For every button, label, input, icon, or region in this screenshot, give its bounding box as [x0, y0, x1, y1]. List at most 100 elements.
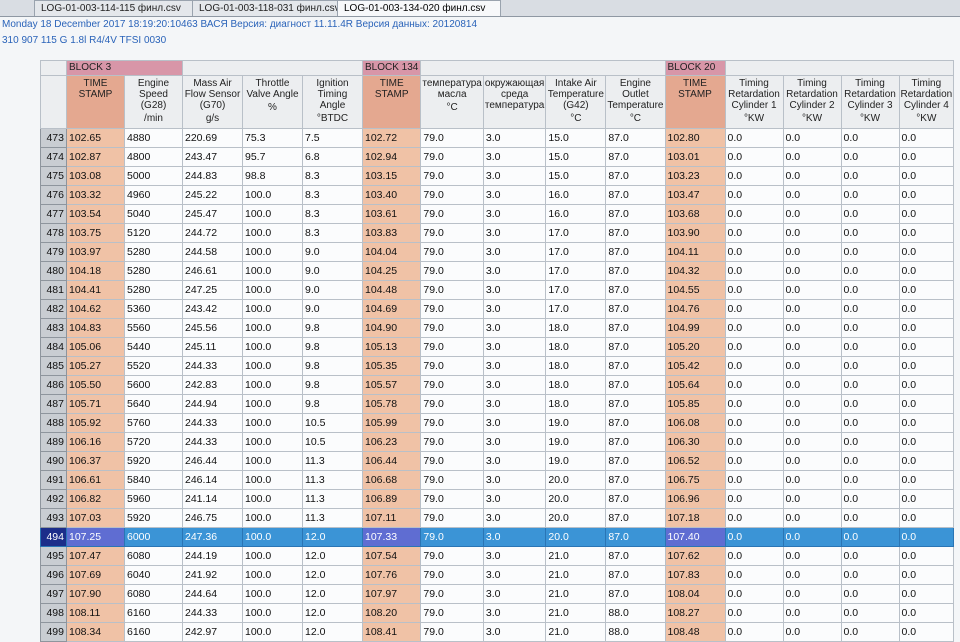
- data-cell[interactable]: 8.3: [302, 185, 363, 205]
- data-cell[interactable]: 0.0: [724, 489, 784, 509]
- data-cell[interactable]: 12.0: [302, 584, 363, 604]
- timestamp-cell[interactable]: 108.27: [664, 603, 726, 623]
- row-number[interactable]: 495: [40, 546, 67, 566]
- data-cell[interactable]: 79.0: [420, 432, 484, 452]
- timestamp-cell[interactable]: 108.04: [664, 584, 726, 604]
- data-cell[interactable]: 21.0: [545, 565, 607, 585]
- data-cell[interactable]: 0.0: [782, 261, 842, 281]
- data-cell[interactable]: 100.0: [242, 185, 303, 205]
- table-row[interactable]: 499 108.34 6160 242.97 100.0 12.0 108.41 79.0 3.…: [40, 622, 955, 642]
- data-cell[interactable]: 4880: [124, 128, 183, 148]
- data-cell[interactable]: 5280: [124, 261, 183, 281]
- data-cell[interactable]: 5560: [124, 318, 183, 338]
- data-cell[interactable]: 244.33: [182, 356, 243, 376]
- data-cell[interactable]: 100.0: [242, 584, 303, 604]
- data-cell[interactable]: 0.0: [782, 584, 842, 604]
- timestamp-cell[interactable]: 106.61: [66, 470, 125, 490]
- timestamp-cell[interactable]: 108.41: [361, 622, 422, 642]
- table-row[interactable]: 490 106.37 5920 246.44 100.0 11.3 106.44 79.0 3.…: [40, 451, 955, 471]
- data-cell[interactable]: 11.3: [302, 470, 363, 490]
- data-cell[interactable]: 12.0: [302, 603, 363, 623]
- timestamp-cell[interactable]: 105.57: [361, 375, 422, 395]
- data-cell[interactable]: 0.0: [898, 527, 955, 547]
- timestamp-cell[interactable]: 105.42: [664, 356, 726, 376]
- data-cell[interactable]: 0.0: [782, 527, 842, 547]
- data-cell[interactable]: 79.0: [420, 470, 484, 490]
- data-cell[interactable]: 0.0: [898, 584, 955, 604]
- table-row[interactable]: 487 105.71 5640 244.94 100.0 9.8 105.78 79.0 3.0…: [40, 394, 955, 414]
- data-cell[interactable]: 100.0: [242, 622, 303, 642]
- data-cell[interactable]: 10.5: [302, 432, 363, 452]
- data-cell[interactable]: 87.0: [605, 261, 666, 281]
- data-cell[interactable]: 0.0: [724, 546, 784, 566]
- data-cell[interactable]: 4800: [124, 147, 183, 167]
- timestamp-cell[interactable]: 103.40: [361, 185, 422, 205]
- data-cell[interactable]: 79.0: [420, 451, 484, 471]
- data-cell[interactable]: 20.0: [545, 527, 607, 547]
- table-row[interactable]: 489 106.16 5720 244.33 100.0 10.5 106.23 79.0 3.…: [40, 432, 955, 452]
- data-cell[interactable]: 79.0: [420, 603, 484, 623]
- data-cell[interactable]: 100.0: [242, 318, 303, 338]
- data-cell[interactable]: 0.0: [724, 565, 784, 585]
- data-cell[interactable]: 246.61: [182, 261, 243, 281]
- data-cell[interactable]: 3.0: [482, 432, 547, 452]
- data-cell[interactable]: 0.0: [898, 413, 955, 433]
- data-cell[interactable]: 0.0: [782, 147, 842, 167]
- row-number[interactable]: 475: [40, 166, 67, 186]
- data-cell[interactable]: 0.0: [724, 622, 784, 642]
- timestamp-cell[interactable]: 102.80: [664, 128, 726, 148]
- data-cell[interactable]: 5040: [124, 204, 183, 224]
- data-cell[interactable]: 0.0: [840, 280, 900, 300]
- data-cell[interactable]: 244.58: [182, 242, 243, 262]
- data-cell[interactable]: 100.0: [242, 451, 303, 471]
- data-cell[interactable]: 100.0: [242, 508, 303, 528]
- table-row[interactable]: 498 108.11 6160 244.33 100.0 12.0 108.20 79.0 3.…: [40, 603, 955, 623]
- data-cell[interactable]: 6040: [124, 565, 183, 585]
- data-cell[interactable]: 247.36: [182, 527, 243, 547]
- data-cell[interactable]: 3.0: [482, 394, 547, 414]
- data-cell[interactable]: 18.0: [545, 318, 607, 338]
- timestamp-cell[interactable]: 106.16: [66, 432, 125, 452]
- data-cell[interactable]: 100.0: [242, 242, 303, 262]
- timestamp-cell[interactable]: 106.68: [361, 470, 422, 490]
- data-cell[interactable]: 3.0: [482, 337, 547, 357]
- log-data-grid[interactable]: BLOCK 3 BLOCK 134 BLOCK 20 TIME STAMP Eng…: [40, 60, 955, 642]
- data-cell[interactable]: 0.0: [840, 299, 900, 319]
- timestamp-cell[interactable]: 106.08: [664, 413, 726, 433]
- data-cell[interactable]: 20.0: [545, 470, 607, 490]
- data-cell[interactable]: 79.0: [420, 128, 484, 148]
- table-row[interactable]: 484 105.06 5440 245.11 100.0 9.8 105.13 79.0 3.0…: [40, 337, 955, 357]
- row-number[interactable]: 477: [40, 204, 67, 224]
- data-cell[interactable]: 6.8: [302, 147, 363, 167]
- timestamp-cell[interactable]: 102.72: [361, 128, 422, 148]
- column-header[interactable]: Engine Outlet Temperature °C: [605, 75, 666, 129]
- data-cell[interactable]: 3.0: [482, 223, 547, 243]
- data-cell[interactable]: 0.0: [782, 413, 842, 433]
- data-cell[interactable]: 5440: [124, 337, 183, 357]
- timestamp-cell[interactable]: 103.68: [664, 204, 726, 224]
- timestamp-cell[interactable]: 107.18: [664, 508, 726, 528]
- data-cell[interactable]: 79.0: [420, 223, 484, 243]
- data-cell[interactable]: 10.5: [302, 413, 363, 433]
- data-cell[interactable]: 11.3: [302, 451, 363, 471]
- data-cell[interactable]: 0.0: [724, 261, 784, 281]
- data-cell[interactable]: 87.0: [605, 337, 666, 357]
- column-header[interactable]: Timing Retardation Cylinder 4 °KW: [898, 75, 955, 129]
- data-cell[interactable]: 3.0: [482, 204, 547, 224]
- data-cell[interactable]: 79.0: [420, 527, 484, 547]
- data-cell[interactable]: 87.0: [605, 242, 666, 262]
- data-cell[interactable]: 0.0: [724, 508, 784, 528]
- data-cell[interactable]: 0.0: [724, 470, 784, 490]
- file-tab-2[interactable]: LOG-01-003-118-031 финл.csv: [192, 0, 338, 16]
- data-cell[interactable]: 15.0: [545, 147, 607, 167]
- data-cell[interactable]: 0.0: [724, 413, 784, 433]
- data-cell[interactable]: 87.0: [605, 299, 666, 319]
- timestamp-cell[interactable]: 107.11: [361, 508, 422, 528]
- data-cell[interactable]: 0.0: [782, 223, 842, 243]
- data-cell[interactable]: 0.0: [724, 432, 784, 452]
- data-cell[interactable]: 0.0: [840, 603, 900, 623]
- table-row[interactable]: 477 103.54 5040 245.47 100.0 8.3 103.61 79.0 3.0…: [40, 204, 955, 224]
- timestamp-cell[interactable]: 104.69: [361, 299, 422, 319]
- timestamp-cell[interactable]: 103.15: [361, 166, 422, 186]
- data-cell[interactable]: 87.0: [605, 204, 666, 224]
